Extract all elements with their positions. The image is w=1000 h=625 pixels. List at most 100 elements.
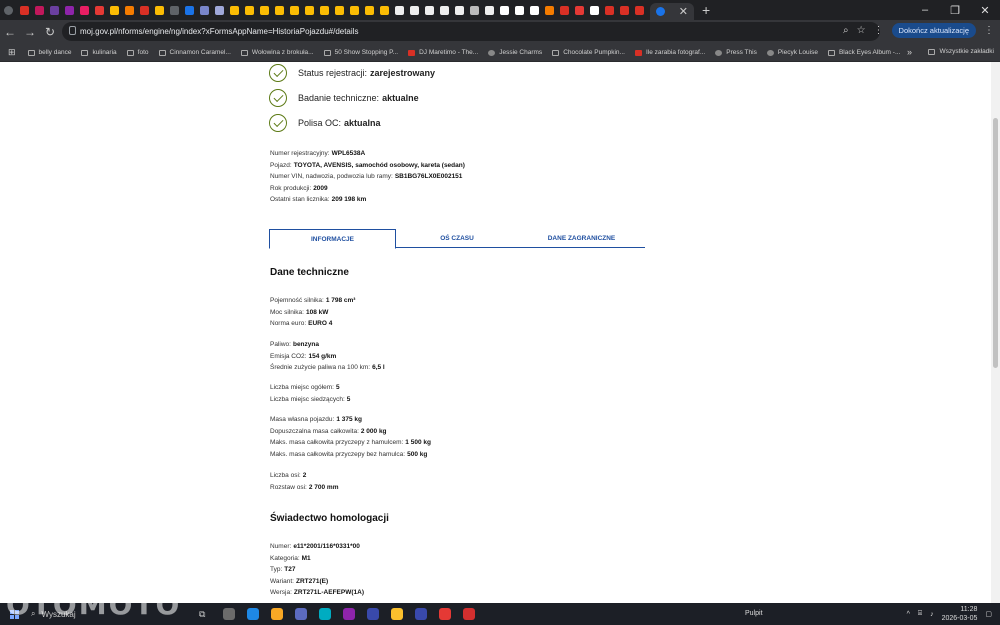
tab-favicon[interactable] [20,5,29,15]
tab-favicon[interactable] [515,5,524,15]
forward-icon[interactable]: → [20,25,40,39]
bookmark-item[interactable]: Cinnamon Caramel... [158,49,231,56]
tab-favicon[interactable] [620,5,629,15]
tab-favicon[interactable] [575,5,584,15]
tab-favicon[interactable] [470,5,479,15]
tab-favicon[interactable] [530,5,539,15]
bookmark-item[interactable]: foto [126,49,149,56]
taskbar-app-icon[interactable] [223,608,236,620]
scrollbar-thumb[interactable] [993,118,998,368]
taskbar-app-icon[interactable] [343,608,356,620]
tab-favicon[interactable] [335,5,344,15]
tab-favicon[interactable] [455,5,464,15]
tab-informacje[interactable]: INFORMACJE [269,229,396,249]
taskbar-app-icon[interactable] [391,608,404,620]
tab-favicon[interactable] [200,5,209,15]
tab-favicon[interactable] [230,5,239,15]
task-view-icon[interactable]: ⧉ [199,609,205,620]
tab-os-czasu[interactable]: OŚ CZASU [396,229,518,248]
new-tab-icon[interactable]: + [702,2,710,18]
zoom-icon[interactable]: ⌕ [843,25,849,36]
active-tab[interactable]: ✕ [650,3,694,20]
tab-favicon[interactable] [440,5,449,15]
volume-icon[interactable]: ♪ [930,611,934,618]
taskbar-app-icon[interactable] [439,608,452,620]
taskbar-app-icon[interactable] [271,608,284,620]
taskbar-app-icon[interactable] [247,608,260,620]
tab-favicon[interactable] [350,5,359,15]
bookmark-star-icon[interactable]: ☆ [857,25,866,36]
tab-favicon[interactable] [35,5,44,15]
taskbar-app-icon[interactable] [463,608,476,620]
menu-icon[interactable]: ⋮ [874,25,884,36]
tab-favicon[interactable] [80,5,89,15]
tab-favicon[interactable] [485,5,494,15]
taskbar-app-icon[interactable] [415,608,428,620]
bookmark-item[interactable]: belly dance [27,49,71,56]
bookmarks-overflow-icon[interactable]: » [907,47,912,57]
taskbar-app-icon[interactable] [319,608,332,620]
bookmark-item[interactable]: Black Eyes Album -... [827,49,900,56]
tech-spec-row: Pojemność silnika: 1 798 cm³ [270,297,355,304]
close-tab-icon[interactable]: ✕ [679,5,688,18]
tab-favicon[interactable] [560,5,569,15]
tab-favicon[interactable] [245,5,254,15]
bookmark-item[interactable]: Chocolate Pumpkin... [552,49,625,56]
folder-icon [158,49,166,56]
tab-favicon[interactable] [635,5,644,15]
tab-favicon[interactable] [290,5,299,15]
tab-favicon[interactable] [50,5,59,15]
reload-icon[interactable]: ↻ [40,25,60,39]
bookmark-item[interactable]: Ile zarabia fotograf... [634,49,705,56]
tab-favicon[interactable] [545,5,554,15]
tab-favicon[interactable] [170,5,179,15]
tab-favicon[interactable] [365,5,374,15]
back-icon[interactable]: ← [0,25,20,39]
tab-favicon[interactable] [155,5,164,15]
bookmark-item[interactable]: 50 Show Stopping P... [323,49,398,56]
maximize-icon[interactable]: ❐ [940,4,970,17]
bookmark-item[interactable]: Jessie Charms [488,49,542,56]
tab-favicon[interactable] [500,5,509,15]
bookmark-item[interactable]: Wołowina z brokuła... [240,49,314,56]
tab-favicon[interactable] [590,5,599,15]
clock[interactable]: 11:28 2026-03-05 [942,605,978,623]
tab-favicon[interactable] [380,5,389,15]
url-bar[interactable]: moj.gov.pl/nforms/engine/ng/index?xForms… [62,22,880,41]
tab-favicon[interactable] [260,5,269,15]
bookmark-item[interactable]: DJ Maretimo - The... [408,49,478,56]
page-scrollbar[interactable] [991,62,1000,603]
tab-favicon[interactable] [110,5,119,15]
bookmark-item[interactable]: kulinaria [81,49,117,56]
tab-favicon[interactable] [395,5,404,15]
tab-favicon[interactable] [410,5,419,15]
tab-favicon[interactable] [65,5,74,15]
network-icon[interactable]: ⌸ [918,610,922,618]
site-info-icon[interactable] [69,26,76,35]
close-window-icon[interactable]: ✕ [970,4,1000,17]
tab-favicon[interactable] [425,5,434,15]
minimize-icon[interactable]: – [910,4,940,16]
apps-grid-icon[interactable]: ⊞ [8,47,16,58]
notifications-icon[interactable]: ▢ [985,610,992,618]
tab-search-icon[interactable] [4,5,13,15]
more-icon[interactable]: ⋮ [984,25,994,36]
desktop-toolbar[interactable]: Pulpit [745,610,763,617]
tab-favicon[interactable] [305,5,314,15]
all-bookmarks-folder[interactable]: Wszystkie zakładki [928,48,994,55]
tab-favicon[interactable] [140,5,149,15]
tab-favicon[interactable] [275,5,284,15]
tab-favicon[interactable] [605,5,614,15]
bookmark-item[interactable]: Press This [715,49,757,56]
update-button[interactable]: Dokończ aktualizację [891,23,976,38]
tray-overflow-icon[interactable]: ^ [907,611,910,618]
taskbar-app-icon[interactable] [295,608,308,620]
tab-dane-zagraniczne[interactable]: DANE ZAGRANICZNE [518,229,645,248]
tab-favicon[interactable] [320,5,329,15]
taskbar-app-icon[interactable] [367,608,380,620]
bookmark-item[interactable]: Piecyk Louise [766,49,818,56]
tab-favicon[interactable] [125,5,134,15]
tab-favicon[interactable] [185,5,194,15]
tab-favicon[interactable] [95,5,104,15]
tab-favicon[interactable] [215,5,224,15]
